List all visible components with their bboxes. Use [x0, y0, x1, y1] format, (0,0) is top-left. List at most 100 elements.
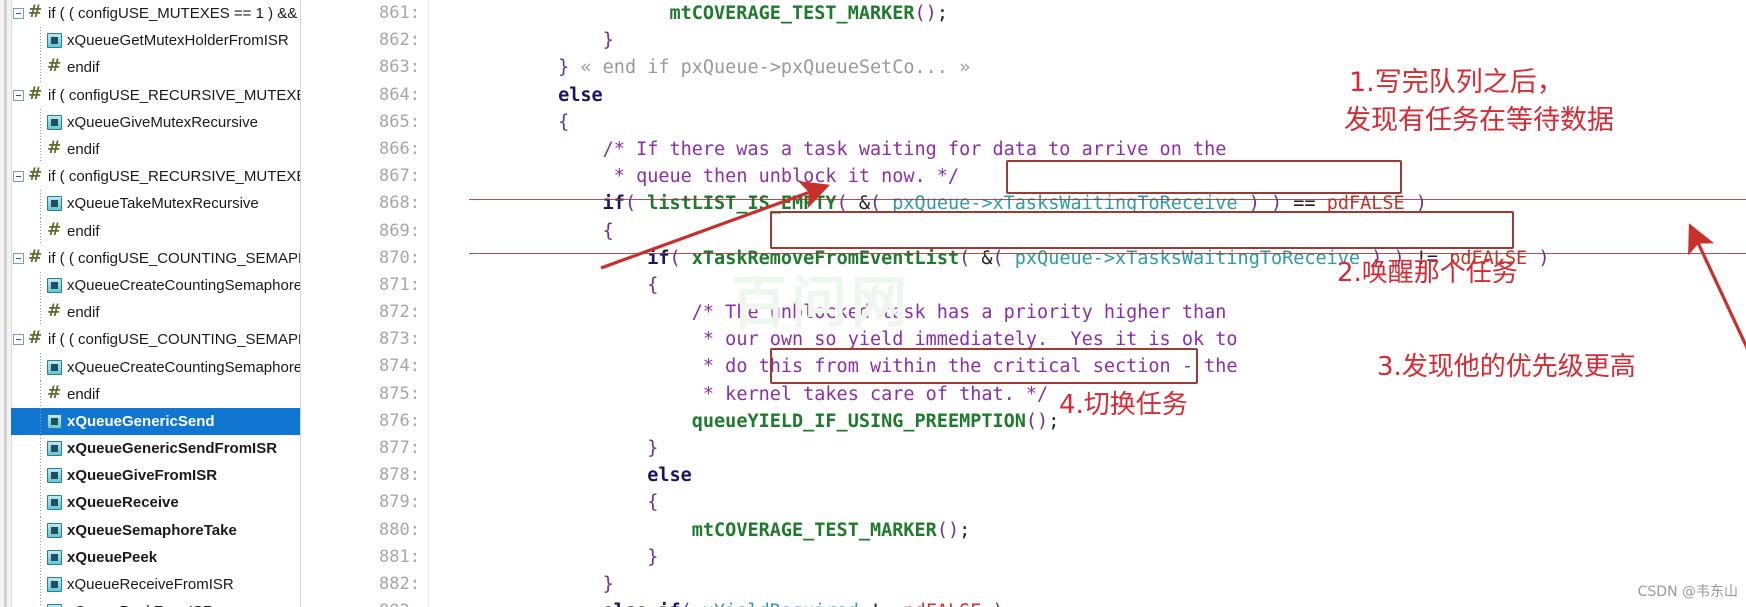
code-token: }: [647, 438, 659, 459]
outline-item-label: xQueueReceive: [67, 494, 179, 512]
code-line[interactable]: * queue then unblock it now. */: [469, 163, 1746, 190]
outline-item-10[interactable]: xQueueCreateCountingSemaphore: [11, 271, 300, 300]
outline-item-label: xQueueCreateCountingSemaphore: [67, 358, 300, 376]
code-token: ): [1248, 193, 1260, 215]
code-token: (: [681, 601, 692, 607]
outline-item-label: endif: [67, 304, 100, 322]
tree-guide-line: [37, 108, 47, 137]
tree-guide-line: [37, 462, 47, 490]
outline-item-15[interactable]: xQueueGenericSend: [11, 407, 300, 436]
outline-item-6[interactable]: if ( configUSE_RECURSIVE_MUTEXES =: [11, 163, 300, 190]
code-token: pdFALSE: [1326, 193, 1405, 215]
code-line[interactable]: {: [469, 272, 1746, 299]
code-line[interactable]: mtCOVERAGE_TEST_MARKER();: [469, 0, 1746, 27]
outline-item-13[interactable]: xQueueCreateCountingSemaphore: [11, 353, 300, 381]
outline-item-label: if ( configUSE_RECURSIVE_MUTEXES =: [48, 86, 300, 104]
editor-left-margin: [301, 0, 324, 607]
code-token: ): [925, 3, 937, 24]
collapse-toggle-icon[interactable]: [13, 8, 24, 20]
code-token: (: [669, 247, 681, 269]
outline-item-7[interactable]: xQueueTakeMutexRecursive: [11, 190, 300, 218]
outline-item-3[interactable]: if ( configUSE_RECURSIVE_MUTEXES =: [11, 82, 300, 109]
code-line[interactable]: }: [469, 435, 1746, 462]
line-number: 865:: [379, 111, 420, 132]
line-number-gutter: 861: 862: 863: 864: 865: 866: 867: 868: 869: 870:…: [323, 0, 428, 607]
collapse-toggle-icon[interactable]: [13, 171, 24, 183]
code-token: }: [602, 573, 614, 595]
outline-item-4[interactable]: xQueueGiveMutexRecursive: [11, 108, 300, 137]
line-number: 878:: [379, 465, 420, 486]
outline-item-14[interactable]: endif: [11, 380, 300, 409]
code-line[interactable]: else: [469, 462, 1746, 489]
function-icon: [47, 413, 62, 429]
function-icon: [47, 577, 62, 593]
annotation-note-3: 3.发现他的优先级更高: [1377, 352, 1636, 382]
code-token: {: [647, 492, 659, 514]
function-icon: [47, 114, 62, 130]
code-token: }: [647, 546, 659, 568]
code-line[interactable]: }: [469, 27, 1746, 54]
outline-item-17[interactable]: xQueueGiveFromISR: [11, 462, 300, 490]
code-line[interactable]: if( xTaskRemoveFromEventList( &( pxQueue…: [469, 245, 1746, 272]
code-line[interactable]: mtCOVERAGE_TEST_MARKER();: [469, 517, 1746, 544]
code-token: {: [558, 111, 570, 133]
outline-item-20[interactable]: xQueuePeek: [11, 543, 300, 572]
outline-item-label: endif: [67, 385, 100, 403]
preprocessor-icon: [28, 2, 43, 22]
code-line[interactable]: /* The unblocked task has a priority hig…: [469, 299, 1746, 326]
code-token: (: [836, 193, 848, 215]
code-token: ;: [959, 519, 971, 541]
code-token: if: [647, 247, 670, 269]
tree-guide-line: [37, 489, 47, 517]
outline-item-16[interactable]: xQueueGenericSendFromISR: [11, 435, 300, 463]
fold-column[interactable]: [429, 0, 469, 607]
outline-item-18[interactable]: xQueueReceive: [11, 489, 300, 517]
code-token: * kernel takes care of that. */: [702, 383, 1049, 405]
code-line[interactable]: if( listLIST_IS_EMPTY( &( pxQueue->xTask…: [469, 190, 1746, 217]
code-token: ): [1538, 247, 1550, 269]
code-editor[interactable]: 861: 862: 863: 864: 865: 866: 867: 868: 869: 870:…: [301, 0, 1746, 607]
outline-item-11[interactable]: endif: [11, 299, 300, 327]
outline-item-label: if ( ( configUSE_COUNTING_SEMAPHO: [48, 249, 300, 267]
code-line[interactable]: }: [469, 571, 1746, 598]
function-icon: [47, 33, 62, 49]
code-line[interactable]: }: [469, 544, 1746, 571]
preprocessor-icon: [47, 220, 62, 240]
outline-tree[interactable]: if ( ( configUSE_MUTEXES == 1 ) && (xQue…: [11, 0, 300, 607]
tree-guide-line: [37, 271, 47, 300]
outline-item-12[interactable]: if ( ( configUSE_COUNTING_SEMAPHO: [11, 326, 300, 353]
collapse-toggle-icon[interactable]: [13, 89, 24, 101]
code-line[interactable]: {: [469, 489, 1746, 516]
outline-item-5[interactable]: endif: [11, 135, 300, 164]
code-token: (: [959, 247, 971, 269]
code-token: mtCOVERAGE_TEST_MARKER: [691, 519, 937, 541]
outline-item-21[interactable]: xQueueReceiveFromISR: [11, 570, 300, 599]
collapse-toggle-icon[interactable]: [13, 252, 24, 264]
collapse-toggle-icon[interactable]: [13, 334, 24, 346]
outline-item-9[interactable]: if ( ( configUSE_COUNTING_SEMAPHO: [11, 245, 300, 272]
outline-item-8[interactable]: endif: [11, 217, 300, 245]
code-line[interactable]: else if( xYieldRequired != pdFALSE ): [469, 598, 1746, 607]
code-line[interactable]: /* If there was a task waiting for data …: [469, 136, 1746, 163]
outline-item-label: xQueueGenericSend: [67, 412, 215, 430]
outline-item-22[interactable]: xQueuePeekFromISR: [11, 598, 300, 607]
line-number: 869:: [379, 220, 420, 241]
code-token: xYieldRequired: [703, 601, 859, 607]
code-token: else: [603, 601, 648, 607]
outline-item-0[interactable]: if ( ( configUSE_MUTEXES == 1 ) && (: [11, 0, 300, 27]
code-line[interactable]: {: [469, 218, 1746, 245]
outline-item-1[interactable]: xQueueGetMutexHolderFromISR: [11, 27, 300, 55]
outline-item-19[interactable]: xQueueSemaphoreTake: [11, 516, 300, 544]
outline-item-2[interactable]: endif: [11, 54, 300, 82]
outline-sidebar[interactable]: if ( ( configUSE_MUTEXES == 1 ) && (xQue…: [0, 0, 301, 607]
